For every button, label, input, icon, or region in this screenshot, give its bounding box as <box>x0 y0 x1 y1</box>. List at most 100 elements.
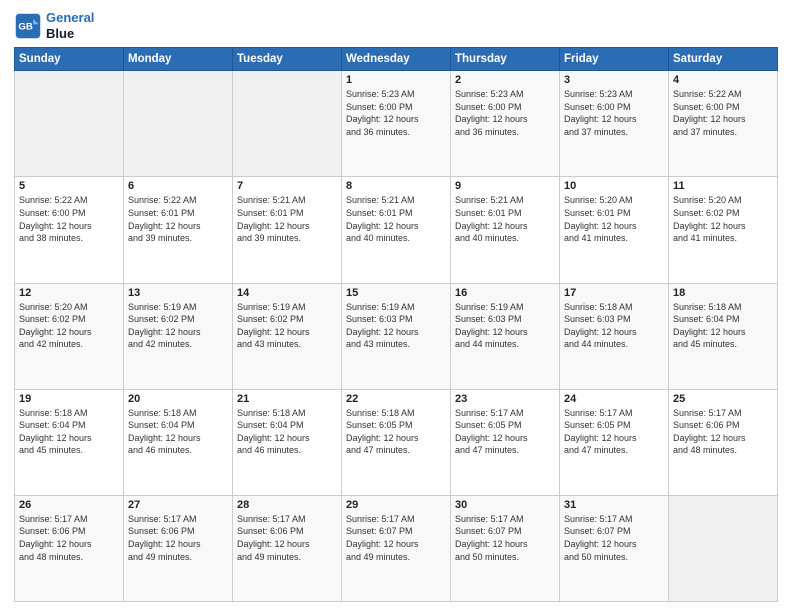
logo-line2: Blue <box>46 26 94 42</box>
day-number: 3 <box>564 74 664 86</box>
week-row-3: 12 Sunrise: 5:20 AM Sunset: 6:02 PM Dayli… <box>15 283 778 389</box>
calendar-cell: 19Sunrise: 5:18 AM Sunset: 6:04 PM Dayli… <box>15 389 124 495</box>
cell-content: Sunrise: 5:22 AM Sunset: 6:00 PM Dayligh… <box>673 88 773 138</box>
calendar-cell: 7Sunrise: 5:21 AM Sunset: 6:01 PM Daylig… <box>233 177 342 283</box>
day-number: 30 <box>455 499 555 511</box>
calendar-cell <box>15 71 124 177</box>
calendar-cell <box>233 71 342 177</box>
day-number: 29 <box>346 499 446 511</box>
day-number: 23 <box>455 393 555 405</box>
calendar-cell: 11 Sunrise: 5:20 AM Sunset: 6:02 PM Dayli… <box>669 177 778 283</box>
day-number: 10 <box>564 180 664 192</box>
calendar-cell: 6 Sunrise: 5:22 AM Sunset: 6:01 PM Daylig… <box>124 177 233 283</box>
day-header-saturday: Saturday <box>669 48 778 71</box>
calendar-cell: 9 Sunrise: 5:21 AM Sunset: 6:01 PM Daylig… <box>451 177 560 283</box>
cell-content: Sunrise: 5:17 AM Sunset: 6:07 PM Dayligh… <box>455 513 555 563</box>
logo-text: General Blue <box>46 10 94 41</box>
calendar-cell: 24 Sunrise: 5:17 AM Sunset: 6:05 PM Dayli… <box>560 389 669 495</box>
day-header-friday: Friday <box>560 48 669 71</box>
calendar-cell: 15 Sunrise: 5:19 AM Sunset: 6:03 PM Dayli… <box>342 283 451 389</box>
day-header-tuesday: Tuesday <box>233 48 342 71</box>
header: GB General Blue <box>14 10 778 41</box>
day-number: 1 <box>346 74 446 86</box>
calendar-cell: 13 Sunrise: 5:19 AM Sunset: 6:02 PM Dayli… <box>124 283 233 389</box>
cell-content: Sunrise: 5:18 AM Sunset: 6:04 PM Dayligh… <box>237 407 337 457</box>
svg-text:GB: GB <box>18 21 32 32</box>
day-header-row: SundayMondayTuesdayWednesdayThursdayFrid… <box>15 48 778 71</box>
day-number: 13 <box>128 287 228 299</box>
day-number: 11 <box>673 180 773 192</box>
calendar-cell: 28Sunrise: 5:17 AM Sunset: 6:06 PM Dayli… <box>233 495 342 601</box>
day-header-monday: Monday <box>124 48 233 71</box>
day-number: 28 <box>237 499 337 511</box>
day-number: 25 <box>673 393 773 405</box>
cell-content: Sunrise: 5:21 AM Sunset: 6:01 PM Dayligh… <box>346 194 446 244</box>
calendar-cell: 21 Sunrise: 5:18 AM Sunset: 6:04 PM Dayli… <box>233 389 342 495</box>
day-number: 17 <box>564 287 664 299</box>
cell-content: Sunrise: 5:23 AM Sunset: 6:00 PM Dayligh… <box>455 88 555 138</box>
cell-content: Sunrise: 5:17 AM Sunset: 6:05 PM Dayligh… <box>564 407 664 457</box>
day-number: 5 <box>19 180 119 192</box>
calendar-cell: 30 Sunrise: 5:17 AM Sunset: 6:07 PM Dayli… <box>451 495 560 601</box>
calendar-cell: 27Sunrise: 5:17 AM Sunset: 6:06 PM Dayli… <box>124 495 233 601</box>
cell-content: Sunrise: 5:17 AM Sunset: 6:06 PM Dayligh… <box>128 513 228 563</box>
calendar-cell: 20Sunrise: 5:18 AM Sunset: 6:04 PM Dayli… <box>124 389 233 495</box>
cell-content: Sunrise: 5:21 AM Sunset: 6:01 PM Dayligh… <box>237 194 337 244</box>
cell-content: Sunrise: 5:17 AM Sunset: 6:06 PM Dayligh… <box>19 513 119 563</box>
day-number: 9 <box>455 180 555 192</box>
calendar-cell <box>669 495 778 601</box>
cell-content: Sunrise: 5:19 AM Sunset: 6:03 PM Dayligh… <box>346 301 446 351</box>
day-number: 20 <box>128 393 228 405</box>
day-header-sunday: Sunday <box>15 48 124 71</box>
week-row-5: 26 Sunrise: 5:17 AM Sunset: 6:06 PM Dayli… <box>15 495 778 601</box>
cell-content: Sunrise: 5:19 AM Sunset: 6:02 PM Dayligh… <box>128 301 228 351</box>
cell-content: Sunrise: 5:18 AM Sunset: 6:05 PM Dayligh… <box>346 407 446 457</box>
cell-content: Sunrise: 5:22 AM Sunset: 6:00 PM Dayligh… <box>19 194 119 244</box>
day-number: 21 <box>237 393 337 405</box>
logo-line1: General <box>46 10 94 26</box>
day-number: 14 <box>237 287 337 299</box>
day-number: 6 <box>128 180 228 192</box>
day-number: 8 <box>346 180 446 192</box>
calendar-cell: 31 Sunrise: 5:17 AM Sunset: 6:07 PM Dayli… <box>560 495 669 601</box>
day-number: 31 <box>564 499 664 511</box>
calendar-cell: 4Sunrise: 5:22 AM Sunset: 6:00 PM Daylig… <box>669 71 778 177</box>
day-header-thursday: Thursday <box>451 48 560 71</box>
week-row-2: 5 Sunrise: 5:22 AM Sunset: 6:00 PM Daylig… <box>15 177 778 283</box>
calendar-table: SundayMondayTuesdayWednesdayThursdayFrid… <box>14 47 778 602</box>
calendar-cell: 14 Sunrise: 5:19 AM Sunset: 6:02 PM Dayli… <box>233 283 342 389</box>
cell-content: Sunrise: 5:22 AM Sunset: 6:01 PM Dayligh… <box>128 194 228 244</box>
calendar-cell: 22 Sunrise: 5:18 AM Sunset: 6:05 PM Dayli… <box>342 389 451 495</box>
cell-content: Sunrise: 5:17 AM Sunset: 6:05 PM Dayligh… <box>455 407 555 457</box>
calendar-cell <box>124 71 233 177</box>
calendar-cell: 26 Sunrise: 5:17 AM Sunset: 6:06 PM Dayli… <box>15 495 124 601</box>
page: GB General Blue SundayMondayTuesdayWedne… <box>0 0 792 612</box>
calendar-cell: 17 Sunrise: 5:18 AM Sunset: 6:03 PM Dayli… <box>560 283 669 389</box>
cell-content: Sunrise: 5:18 AM Sunset: 6:03 PM Dayligh… <box>564 301 664 351</box>
day-number: 15 <box>346 287 446 299</box>
day-number: 12 <box>19 287 119 299</box>
calendar-cell: 8 Sunrise: 5:21 AM Sunset: 6:01 PM Daylig… <box>342 177 451 283</box>
cell-content: Sunrise: 5:20 AM Sunset: 6:02 PM Dayligh… <box>673 194 773 244</box>
day-number: 19 <box>19 393 119 405</box>
cell-content: Sunrise: 5:17 AM Sunset: 6:07 PM Dayligh… <box>564 513 664 563</box>
calendar-cell: 18Sunrise: 5:18 AM Sunset: 6:04 PM Dayli… <box>669 283 778 389</box>
logo-icon: GB <box>14 12 42 40</box>
week-row-1: 1 Sunrise: 5:23 AM Sunset: 6:00 PM Daylig… <box>15 71 778 177</box>
day-number: 22 <box>346 393 446 405</box>
week-row-4: 19 Sunrise: 5:18 AM Sunset: 6:04 PM Dayli… <box>15 389 778 495</box>
cell-content: Sunrise: 5:19 AM Sunset: 6:02 PM Dayligh… <box>237 301 337 351</box>
calendar-cell: 29 Sunrise: 5:17 AM Sunset: 6:07 PM Dayli… <box>342 495 451 601</box>
day-number: 2 <box>455 74 555 86</box>
calendar-cell: 16Sunrise: 5:19 AM Sunset: 6:03 PM Dayli… <box>451 283 560 389</box>
cell-content: Sunrise: 5:17 AM Sunset: 6:07 PM Dayligh… <box>346 513 446 563</box>
cell-content: Sunrise: 5:21 AM Sunset: 6:01 PM Dayligh… <box>455 194 555 244</box>
cell-content: Sunrise: 5:19 AM Sunset: 6:03 PM Dayligh… <box>455 301 555 351</box>
cell-content: Sunrise: 5:17 AM Sunset: 6:06 PM Dayligh… <box>673 407 773 457</box>
day-number: 24 <box>564 393 664 405</box>
day-number: 26 <box>19 499 119 511</box>
cell-content: Sunrise: 5:20 AM Sunset: 6:01 PM Dayligh… <box>564 194 664 244</box>
cell-content: Sunrise: 5:20 AM Sunset: 6:02 PM Dayligh… <box>19 301 119 351</box>
calendar-cell: 12 Sunrise: 5:20 AM Sunset: 6:02 PM Dayli… <box>15 283 124 389</box>
calendar-cell: 25 Sunrise: 5:17 AM Sunset: 6:06 PM Dayli… <box>669 389 778 495</box>
